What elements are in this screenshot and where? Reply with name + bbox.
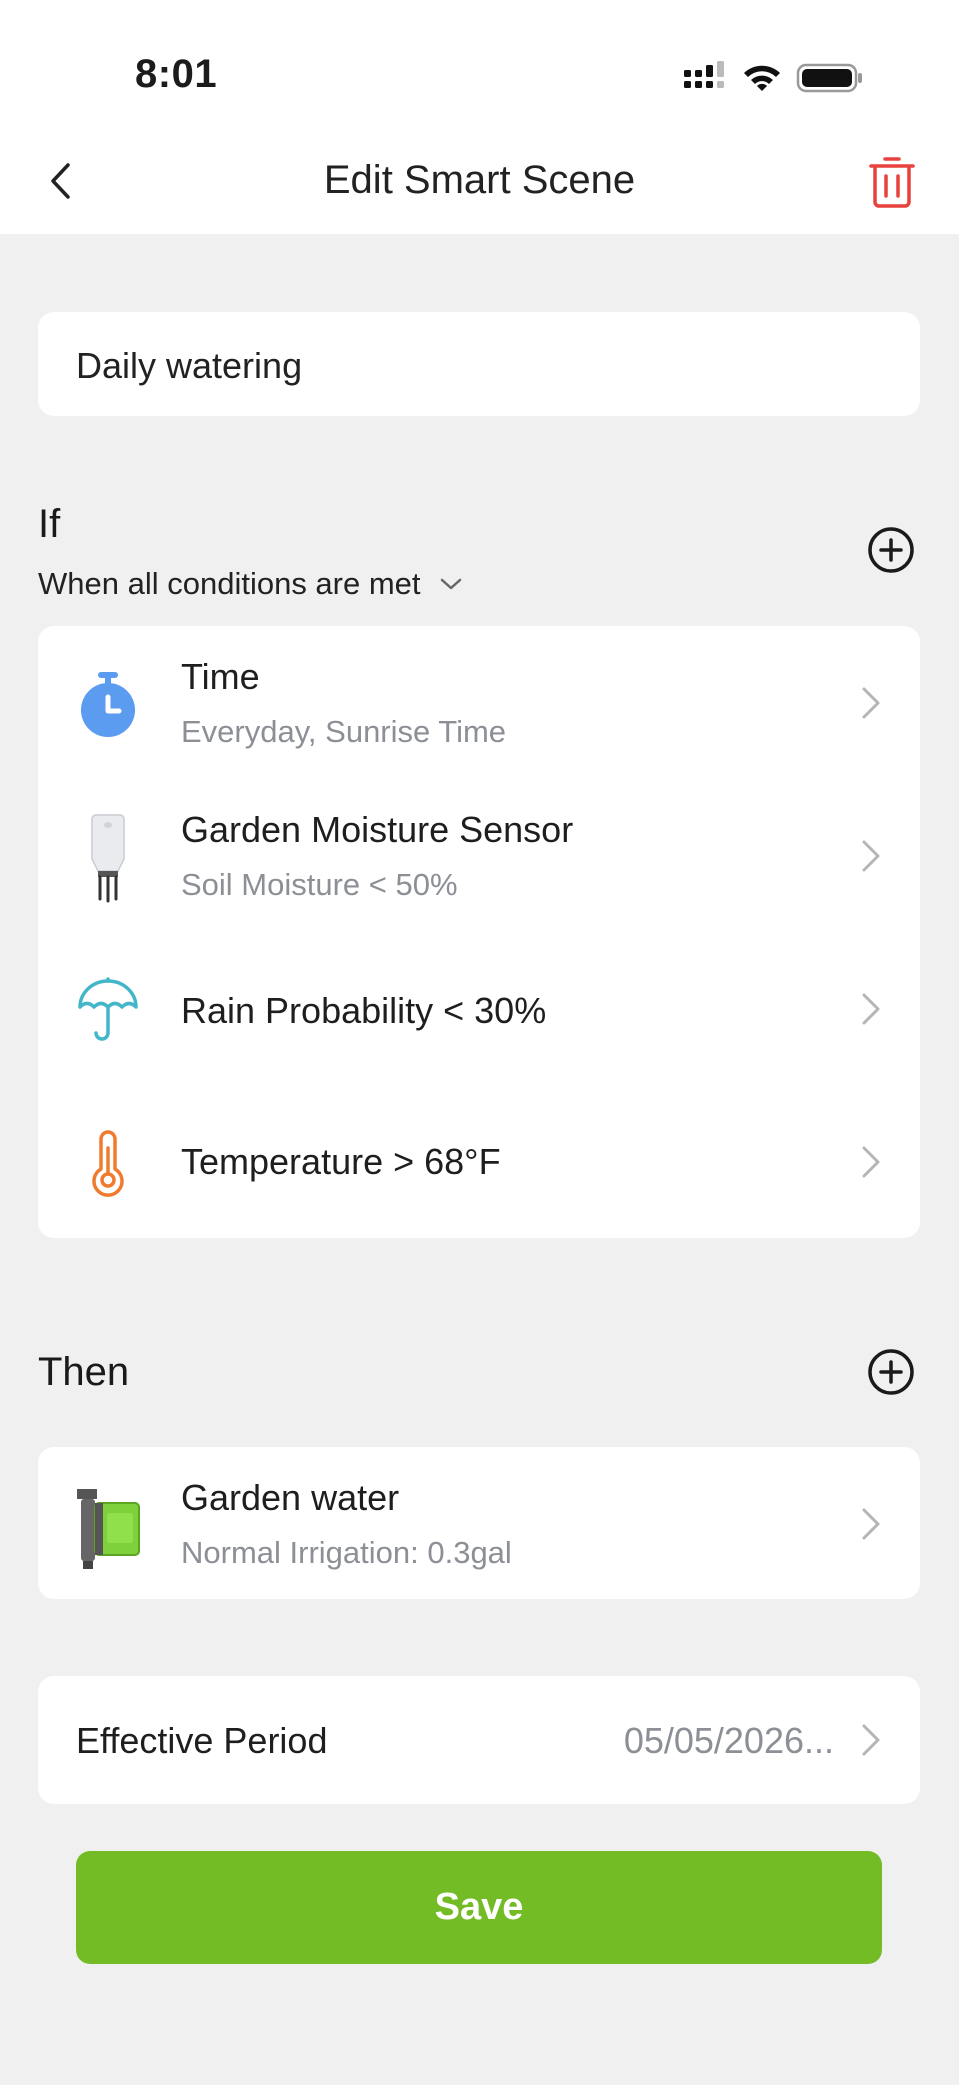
condition-subtitle: Soil Moisture < 50% bbox=[181, 867, 458, 902]
scene-name-text: Daily watering bbox=[76, 345, 303, 386]
condition-mode-dropdown[interactable]: When all conditions are met bbox=[38, 566, 463, 602]
if-section-title: If bbox=[38, 502, 61, 546]
moisture-sensor-icon bbox=[68, 814, 148, 903]
effective-period-row[interactable]: Effective Period 05/05/2026... bbox=[38, 1676, 920, 1804]
condition-title: Time bbox=[181, 656, 260, 697]
condition-title: Temperature > 68°F bbox=[181, 1141, 501, 1182]
save-button[interactable]: Save bbox=[76, 1851, 882, 1964]
action-subtitle: Normal Irrigation: 0.3gal bbox=[181, 1535, 512, 1570]
chevron-right-icon bbox=[862, 1724, 880, 1756]
trash-icon bbox=[869, 157, 915, 208]
then-section-title: Then bbox=[38, 1350, 130, 1394]
action-title: Garden water bbox=[181, 1477, 400, 1518]
condition-row-moisture-sensor[interactable]: Garden Moisture Sensor Soil Moisture < 5… bbox=[38, 779, 920, 932]
thermometer-icon bbox=[68, 1123, 148, 1203]
clock-icon bbox=[68, 664, 148, 744]
chevron-right-icon bbox=[862, 840, 880, 872]
status-icons bbox=[682, 56, 864, 100]
battery-icon bbox=[796, 63, 862, 93]
condition-title: Garden Moisture Sensor bbox=[181, 809, 574, 850]
condition-row-rain-probability[interactable]: Rain Probability < 30% bbox=[38, 932, 920, 1085]
umbrella-icon bbox=[68, 970, 148, 1050]
chevron-right-icon bbox=[862, 1508, 880, 1540]
effective-period-label: Effective Period bbox=[76, 1720, 328, 1761]
chevron-right-icon bbox=[862, 1146, 880, 1178]
scene-name-field[interactable]: Daily watering bbox=[38, 312, 920, 416]
action-row-garden-water[interactable]: Garden water Normal Irrigation: 0.3gal bbox=[38, 1447, 920, 1600]
add-condition-button[interactable] bbox=[866, 525, 916, 575]
page-title: Edit Smart Scene bbox=[323, 158, 636, 202]
add-action-button[interactable] bbox=[866, 1347, 916, 1397]
chevron-down-icon bbox=[440, 578, 461, 590]
condition-row-temperature[interactable]: Temperature > 68°F bbox=[38, 1085, 920, 1238]
condition-subtitle: Everyday, Sunrise Time bbox=[181, 714, 507, 749]
water-timer-icon bbox=[68, 1485, 148, 1569]
wifi-icon bbox=[744, 65, 780, 91]
condition-mode-label: When all conditions are met bbox=[38, 566, 421, 601]
chevron-right-icon bbox=[862, 993, 880, 1025]
delete-button[interactable] bbox=[862, 150, 922, 214]
status-time: 8:01 bbox=[135, 52, 218, 96]
condition-row-time[interactable]: Time Everyday, Sunrise Time bbox=[38, 626, 920, 779]
effective-period-value: 05/05/2026... bbox=[623, 1720, 834, 1761]
chevron-right-icon bbox=[862, 687, 880, 719]
condition-list: Time Everyday, Sunrise Time Garden Moist… bbox=[38, 626, 920, 1238]
action-list: Garden water Normal Irrigation: 0.3gal bbox=[38, 1447, 920, 1599]
top-bar: 8:01 Edit Smart Scene bbox=[0, 0, 959, 234]
condition-title: Rain Probability < 30% bbox=[181, 990, 547, 1031]
cellular-signal-icon bbox=[684, 61, 724, 88]
